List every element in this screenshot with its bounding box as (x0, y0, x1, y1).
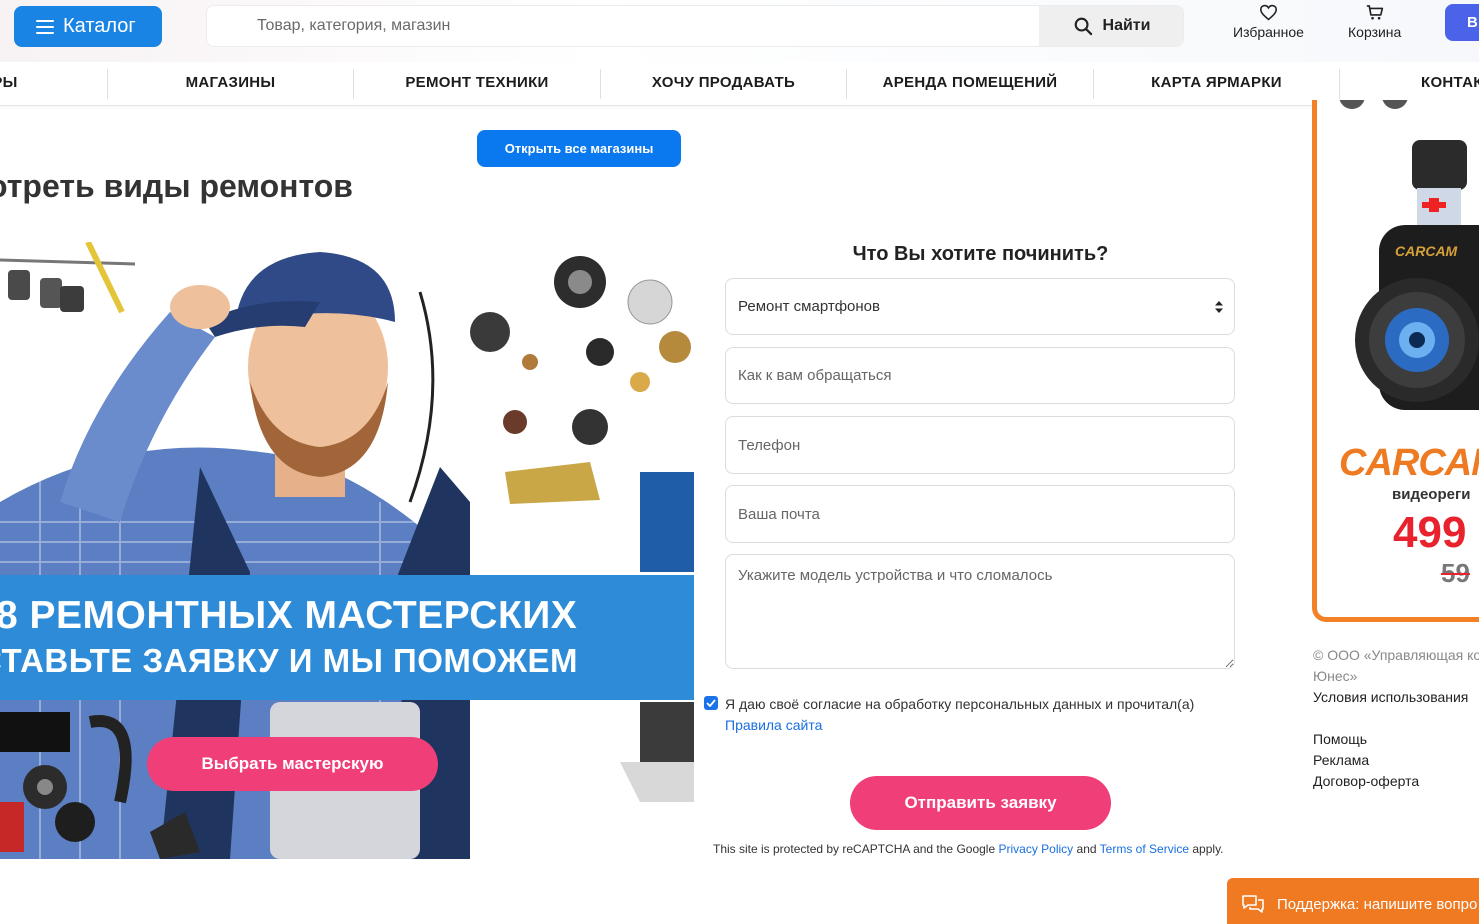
offer-agreement-link[interactable]: Договор-оферта (1313, 773, 1419, 789)
choose-workshop-button[interactable]: Выбрать мастерскую (147, 737, 438, 791)
favorites-label: Избранное (1233, 24, 1304, 40)
nav-divider (1339, 69, 1340, 99)
ad-subtitle: видеореги (1392, 486, 1471, 503)
checkmark-icon (706, 699, 716, 707)
dashcam-brand-text: CARCAM (1395, 243, 1458, 259)
favorites-link[interactable]: Избранное (1233, 4, 1304, 40)
consent-checkbox[interactable] (704, 696, 718, 710)
copyright-line-1: © ООО «Управляющая ко (1313, 647, 1479, 663)
recaptcha-notice: This site is protected by reCAPTCHA and … (713, 842, 1224, 856)
issue-description-field[interactable] (725, 554, 1235, 669)
recaptcha-prefix: This site is protected by reCAPTCHA and … (713, 842, 996, 856)
sort-arrows-icon (1215, 300, 1223, 313)
terms-of-service-link[interactable]: Terms of Service (1100, 842, 1189, 856)
hero-subheadline: СТАВЬТЕ ЗАЯВКУ И МЫ ПОМОЖЕМ (0, 642, 578, 679)
advertising-link[interactable]: Реклама (1313, 752, 1369, 768)
nav-item-1[interactable]: РЫ (0, 62, 30, 106)
phone-field[interactable] (725, 416, 1235, 474)
search-button[interactable]: Найти (1039, 6, 1183, 46)
login-button[interactable]: В (1445, 4, 1479, 41)
cart-label: Корзина (1348, 24, 1402, 40)
nav-item-map[interactable]: КАРТА ЯРМАРКИ (1094, 62, 1339, 106)
cart-icon (1366, 5, 1383, 20)
recaptcha-suffix: apply. (1192, 842, 1224, 856)
nav-item-shops[interactable]: МАГАЗИНЫ (108, 62, 353, 106)
hero-headline: 8 РЕМОНТНЫХ МАСТЕРСКИХ (0, 594, 578, 637)
login-label: В (1467, 14, 1478, 31)
search-icon (1074, 17, 1092, 35)
support-chat-button[interactable]: Поддержка: напишите вопро (1227, 878, 1479, 924)
ad-brand: CARCAM (1339, 442, 1479, 484)
search-input[interactable] (207, 6, 1039, 46)
dashcam-image: CARCAM (1339, 100, 1479, 410)
repair-type-value: Ремонт смартфонов (738, 298, 880, 315)
menu-icon (36, 19, 54, 34)
top-bar: Каталог Найти Избранное Корзина В (0, 0, 1479, 62)
carcam-ad-banner[interactable]: CARCAM CARCAM видеореги 499 59 (1312, 100, 1479, 622)
ad-old-price: 59 (1441, 558, 1470, 588)
main-nav: РЫ МАГАЗИНЫ РЕМОНТ ТЕХНИКИ ХОЧУ ПРОДАВАТ… (0, 62, 1479, 106)
support-label: Поддержка: напишите вопро (1277, 895, 1478, 913)
open-all-shops-button[interactable]: Открыть все магазины (477, 130, 681, 167)
search-bar: Найти (206, 5, 1184, 47)
nav-item-rent[interactable]: АРЕНДА ПОМЕЩЕНИЙ (847, 62, 1093, 106)
catalog-label: Каталог (63, 15, 136, 37)
submit-request-button[interactable]: Отправить заявку (850, 776, 1111, 830)
repair-hero-banner: 8 РЕМОНТНЫХ МАСТЕРСКИХ СТАВЬТЕ ЗАЯВКУ И … (0, 242, 694, 859)
email-field[interactable] (725, 485, 1235, 543)
terms-of-use-link[interactable]: Условия использования (1313, 689, 1468, 705)
name-field[interactable] (725, 347, 1235, 404)
page: Каталог Найти Избранное Корзина В РЫ МАГ… (0, 0, 1479, 924)
nav-item-repair[interactable]: РЕМОНТ ТЕХНИКИ (354, 62, 600, 106)
recaptcha-and: and (1076, 842, 1097, 856)
copyright-line-2: Юнес» (1313, 668, 1358, 684)
repair-form-title: Что Вы хотите починить? (852, 243, 1109, 265)
chat-icon (1242, 895, 1264, 913)
cart-link[interactable]: Корзина (1348, 4, 1401, 40)
help-link[interactable]: Помощь (1313, 731, 1367, 747)
repair-type-select[interactable]: Ремонт смартфонов (725, 278, 1235, 335)
nav-item-sell[interactable]: ХОЧУ ПРОДАВАТЬ (601, 62, 846, 106)
site-rules-link[interactable]: Правила сайта (725, 715, 822, 736)
search-button-label: Найти (1102, 17, 1151, 34)
consent-text: Я даю своё согласие на обработку персона… (725, 696, 1195, 712)
ad-price: 499 (1393, 508, 1467, 557)
section-title: отреть виды ремонтов (0, 168, 353, 204)
heart-icon (1259, 4, 1277, 21)
catalog-button[interactable]: Каталог (14, 6, 162, 47)
privacy-policy-link[interactable]: Privacy Policy (998, 842, 1073, 856)
